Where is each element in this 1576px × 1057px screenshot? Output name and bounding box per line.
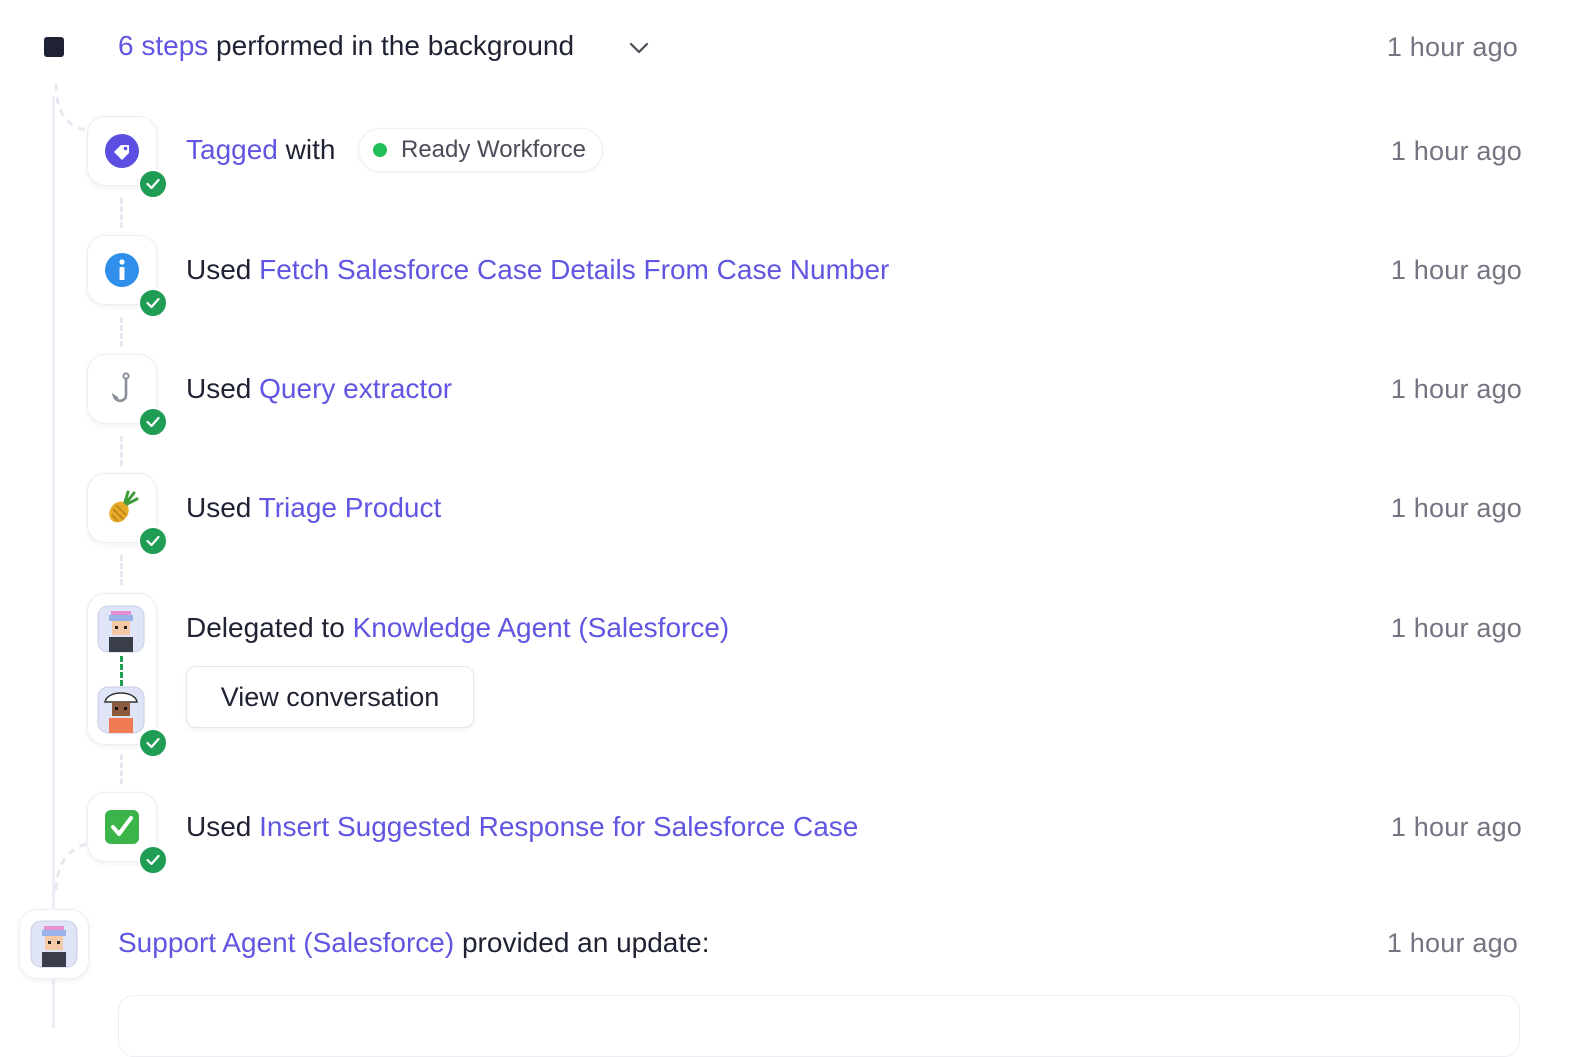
success-check-icon (138, 407, 168, 437)
step-text: Tagged with (186, 134, 335, 166)
avatar[interactable] (19, 909, 89, 979)
timestamp: 1 hour ago (1390, 136, 1522, 166)
timestamp: 1 hour ago (1390, 374, 1522, 404)
pineapple-icon (109, 490, 139, 523)
steps-count-link[interactable]: 6 steps (118, 30, 208, 61)
stop-icon[interactable] (44, 37, 64, 57)
steps-summary-text: performed in the background (208, 30, 575, 61)
step-verb: Used (186, 811, 260, 842)
connector (120, 317, 123, 347)
step-verb: Delegated to (186, 612, 353, 643)
connector (120, 754, 123, 784)
timeline-branch-bottom (54, 842, 87, 895)
view-conversation-button[interactable]: View conversation (186, 666, 474, 728)
support-agent-avatar-icon (30, 920, 78, 968)
connector (120, 555, 123, 585)
success-check-icon (138, 845, 168, 875)
agent-link[interactable]: Knowledge Agent (Salesforce) (353, 612, 730, 643)
step-icon-tile (87, 792, 168, 875)
step-verb: Used (186, 492, 259, 523)
step-icon-tile (87, 116, 168, 199)
tool-link[interactable]: Insert Suggested Response for Salesforce… (259, 811, 858, 842)
tag-icon (105, 134, 139, 168)
checkbox-icon (105, 810, 139, 844)
tool-link[interactable]: Fetch Salesforce Case Details From Case … (259, 254, 889, 285)
success-check-icon (138, 728, 168, 758)
connector (120, 198, 123, 228)
timestamp: 1 hour ago (1390, 493, 1522, 523)
step-text: Used Fetch Salesforce Case Details From … (186, 254, 889, 286)
update-text: Support Agent (Salesforce) provided an u… (118, 927, 710, 959)
tag-status-dot (373, 143, 387, 157)
timeline-branch-top (54, 83, 87, 132)
success-check-icon (138, 288, 168, 318)
support-agent-link[interactable]: Support Agent (Salesforce) (118, 927, 454, 958)
step-icon-tile (87, 354, 168, 437)
support-agent-avatar-icon (97, 605, 145, 653)
step-text: Delegated to Knowledge Agent (Salesforce… (186, 612, 729, 644)
update-card (118, 995, 1520, 1057)
timestamp: 1 hour ago (1390, 255, 1522, 285)
step-icon-tile (87, 235, 168, 318)
tool-link[interactable]: Query extractor (259, 373, 452, 404)
timestamp: 1 hour ago (1386, 32, 1518, 62)
step-text: Used Insert Suggested Response for Sales… (186, 811, 858, 843)
step-text: Used Triage Product (186, 492, 441, 524)
tag-badge[interactable]: Ready Workforce (358, 128, 603, 172)
connector (120, 436, 123, 466)
tag-label: Ready Workforce (401, 136, 586, 163)
step-verb: Used (186, 254, 260, 285)
success-check-icon (138, 169, 168, 199)
success-check-icon (138, 526, 168, 556)
timestamp: 1 hour ago (1390, 812, 1522, 842)
step-icon-tile (87, 473, 168, 556)
update-suffix: provided an update: (454, 927, 710, 958)
step-text: Used Query extractor (186, 373, 452, 405)
step-icon-tile (87, 593, 168, 758)
step-text-middle: with (277, 134, 336, 165)
chevron-down-icon[interactable] (627, 36, 651, 60)
step-verb: Used (186, 373, 260, 404)
tagged-link[interactable]: Tagged (186, 134, 278, 165)
steps-summary[interactable]: 6 steps performed in the background (118, 30, 574, 62)
hook-icon (111, 372, 130, 403)
info-icon (105, 253, 139, 287)
delegation-connector (120, 656, 123, 686)
timestamp: 1 hour ago (1390, 613, 1522, 643)
knowledge-agent-avatar-icon (97, 686, 145, 734)
timestamp: 1 hour ago (1386, 928, 1518, 958)
tool-link[interactable]: Triage Product (259, 492, 442, 523)
